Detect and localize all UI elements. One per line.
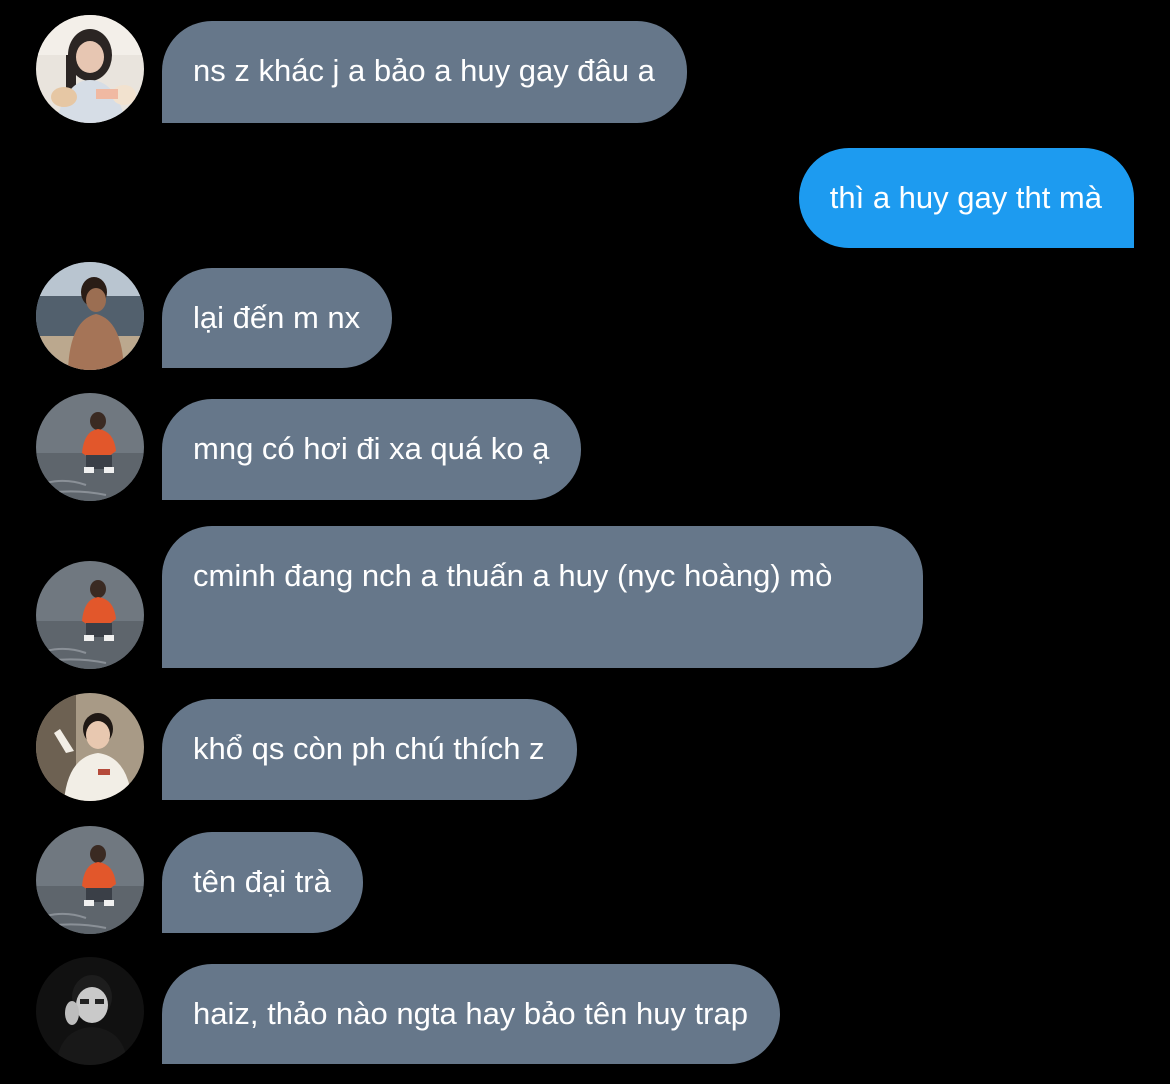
avatar-orange-shirt[interactable] — [36, 393, 144, 501]
message-text: khổ qs còn ph chú thích z — [193, 731, 545, 766]
avatar-orange-shirt-photo — [36, 561, 144, 669]
avatar-girl[interactable] — [36, 15, 144, 123]
message-text: ns z khác j a bảo a huy gay đâu a — [193, 53, 655, 88]
message-text: tên đại trà — [193, 864, 331, 899]
message-text: haiz, thảo nào ngta hay bảo tên huy trap — [193, 996, 748, 1031]
avatar-white-sweater-photo — [36, 693, 144, 801]
message-bubble-incoming[interactable]: mng có hơi đi xa quá ko ạ — [162, 399, 582, 500]
message-text: thì a huy gay tht mà — [829, 180, 1102, 215]
avatar-dark-photo-image — [36, 957, 144, 1065]
avatar-dark-photo[interactable] — [36, 957, 144, 1065]
avatar-orange-shirt[interactable] — [36, 826, 144, 934]
avatar-beach-photo — [36, 262, 144, 370]
avatar-orange-shirt[interactable] — [36, 561, 144, 669]
avatar-beach[interactable] — [36, 262, 144, 370]
message-bubble-incoming[interactable]: lại đến m nx — [162, 268, 393, 368]
message-text: mng có hơi đi xa quá ko ạ — [193, 431, 550, 466]
avatar-white-sweater[interactable] — [36, 693, 144, 801]
message-bubble-incoming[interactable]: haiz, thảo nào ngta hay bảo tên huy trap — [162, 964, 780, 1064]
message-bubble-outgoing[interactable]: thì a huy gay tht mà — [798, 148, 1134, 248]
avatar-orange-shirt-photo — [36, 826, 144, 934]
message-text: lại đến m nx — [193, 300, 361, 335]
message-bubble-incoming[interactable]: cminh đang nch a thuấn a huy (nyc hoàng)… — [162, 526, 923, 668]
avatar-orange-shirt-photo — [36, 393, 144, 501]
avatar-girl-photo — [36, 15, 144, 123]
message-bubble-incoming[interactable]: tên đại trà — [162, 832, 363, 933]
message-text: cminh đang nch a thuấn a huy (nyc hoàng)… — [193, 558, 833, 593]
message-bubble-incoming[interactable]: ns z khác j a bảo a huy gay đâu a — [162, 21, 687, 123]
message-bubble-incoming[interactable]: khổ qs còn ph chú thích z — [162, 699, 577, 800]
